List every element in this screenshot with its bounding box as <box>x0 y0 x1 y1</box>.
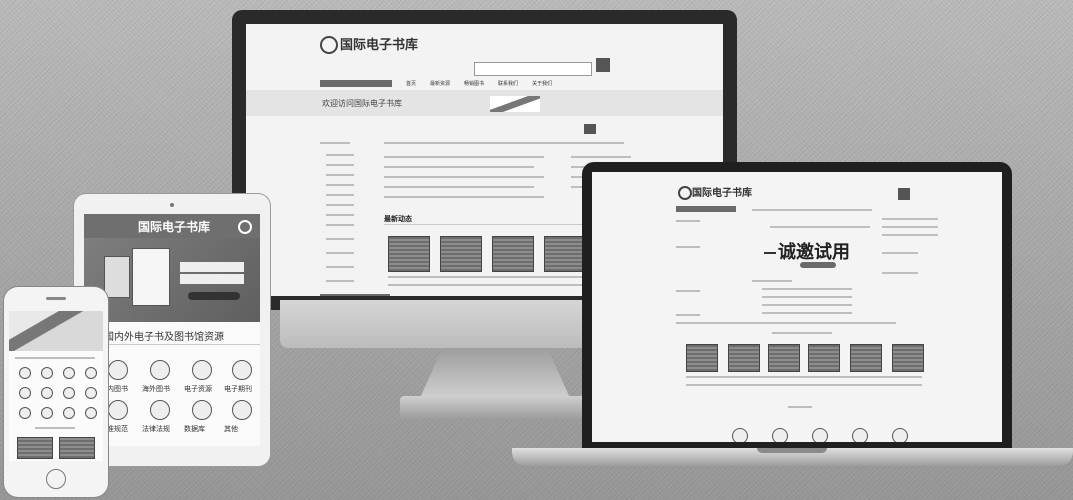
category-icon[interactable] <box>232 360 252 380</box>
phone-graphic <box>104 256 130 298</box>
search-icon[interactable] <box>238 220 252 234</box>
laptop-notch <box>757 448 827 453</box>
banner-tagline <box>770 226 870 232</box>
category-icon[interactable] <box>812 428 828 442</box>
logo-icon <box>320 36 338 54</box>
category-icon[interactable] <box>192 360 212 380</box>
category-icon[interactable] <box>852 428 868 442</box>
category-button[interactable] <box>676 206 736 212</box>
category-icon[interactable] <box>63 407 75 419</box>
category-icon[interactable] <box>772 428 788 442</box>
category-icon[interactable] <box>732 428 748 442</box>
site-logo: 国际电子书库 <box>138 220 211 234</box>
icon-label: 海外图书 <box>142 385 170 393</box>
book-thumbnail[interactable] <box>892 344 924 372</box>
search-input[interactable] <box>474 62 592 76</box>
logo-icon <box>678 186 692 200</box>
laptop-screen: 国际电子书库 诚邀试用 <box>592 172 1002 442</box>
tablet-caption: 国内外电子书及图书馆资源 <box>104 332 224 343</box>
side-list <box>882 218 952 278</box>
search-button[interactable] <box>584 124 596 134</box>
category-icon[interactable] <box>41 387 53 399</box>
nav-item[interactable]: 首页 <box>406 80 416 87</box>
laptop-base <box>512 448 1073 466</box>
banner <box>246 90 723 116</box>
left-category-list <box>320 128 378 296</box>
category-icon[interactable] <box>150 360 170 380</box>
nav-item[interactable]: 畅销图书 <box>464 80 484 87</box>
category-icon[interactable] <box>85 407 97 419</box>
phone-banner <box>9 311 103 351</box>
monitor-stand <box>420 348 570 398</box>
category-icon[interactable] <box>41 407 53 419</box>
book-thumbnail[interactable] <box>728 344 760 372</box>
banner-text: 欢迎访问国际电子书库 <box>322 99 402 108</box>
category-icon[interactable] <box>108 360 128 380</box>
book-thumbnail[interactable] <box>808 344 840 372</box>
category-icon[interactable] <box>19 407 31 419</box>
left-category-list <box>676 216 736 326</box>
category-icon[interactable] <box>19 387 31 399</box>
banner-graphic <box>490 96 540 112</box>
book-thumbnail[interactable] <box>388 236 430 272</box>
news-list <box>752 280 862 320</box>
section-title: 最新动态 <box>384 215 412 223</box>
category-icon[interactable] <box>85 387 97 399</box>
book-thumbnail[interactable] <box>59 437 95 459</box>
icon-label: 数据库 <box>184 425 205 433</box>
monitor-foot <box>400 396 590 420</box>
home-button[interactable] <box>46 469 66 489</box>
icon-label: 电子资源 <box>184 385 212 393</box>
tablet-screen: 国际电子书库 国内外电子书及图书馆资源 国内图书 海外图书 电子资源 电子期刊 … <box>84 214 260 446</box>
banner-button[interactable] <box>188 292 240 300</box>
category-icon[interactable] <box>63 387 75 399</box>
category-icon[interactable] <box>19 367 31 379</box>
category-icon[interactable] <box>41 367 53 379</box>
nav-item[interactable]: 关于我们 <box>532 80 552 87</box>
phone-screen <box>9 311 103 461</box>
site-logo: 国际电子书库 <box>340 38 419 53</box>
icon-label: 法律法规 <box>142 425 170 433</box>
category-icon[interactable] <box>232 400 252 420</box>
category-icon[interactable] <box>63 367 75 379</box>
search-button[interactable] <box>898 188 910 200</box>
category-button[interactable] <box>320 80 392 87</box>
nav-item[interactable]: 最新资源 <box>430 80 450 87</box>
category-icon[interactable] <box>192 400 212 420</box>
category-icon[interactable] <box>892 428 908 442</box>
speaker-icon <box>46 297 66 300</box>
search-button[interactable] <box>596 58 610 72</box>
book-thumbnail[interactable] <box>850 344 882 372</box>
main-nav: 首页 最新资源 畅销图书 联系我们 关于我们 <box>406 80 552 87</box>
book-thumbnail[interactable] <box>544 236 586 272</box>
phone-device <box>4 287 108 497</box>
category-icon[interactable] <box>108 400 128 420</box>
book-thumbnail[interactable] <box>17 437 53 459</box>
site-logo: 国际电子书库 <box>692 188 752 199</box>
book-thumbnail[interactable] <box>768 344 800 372</box>
banner-headline: 诚邀试用 <box>778 242 850 263</box>
book-thumbnail[interactable] <box>492 236 534 272</box>
book-thumbnail[interactable] <box>686 344 718 372</box>
icon-label: 其他 <box>224 425 238 433</box>
category-icon[interactable] <box>150 400 170 420</box>
laptop-lid: 国际电子书库 诚邀试用 <box>582 162 1012 450</box>
category-icon[interactable] <box>85 367 97 379</box>
book-thumbnail[interactable] <box>440 236 482 272</box>
trial-button[interactable] <box>800 262 836 268</box>
nav-item[interactable]: 联系我们 <box>498 80 518 87</box>
camera-icon <box>170 203 174 207</box>
building-graphic <box>132 248 170 306</box>
icon-label: 电子期刊 <box>224 385 252 393</box>
